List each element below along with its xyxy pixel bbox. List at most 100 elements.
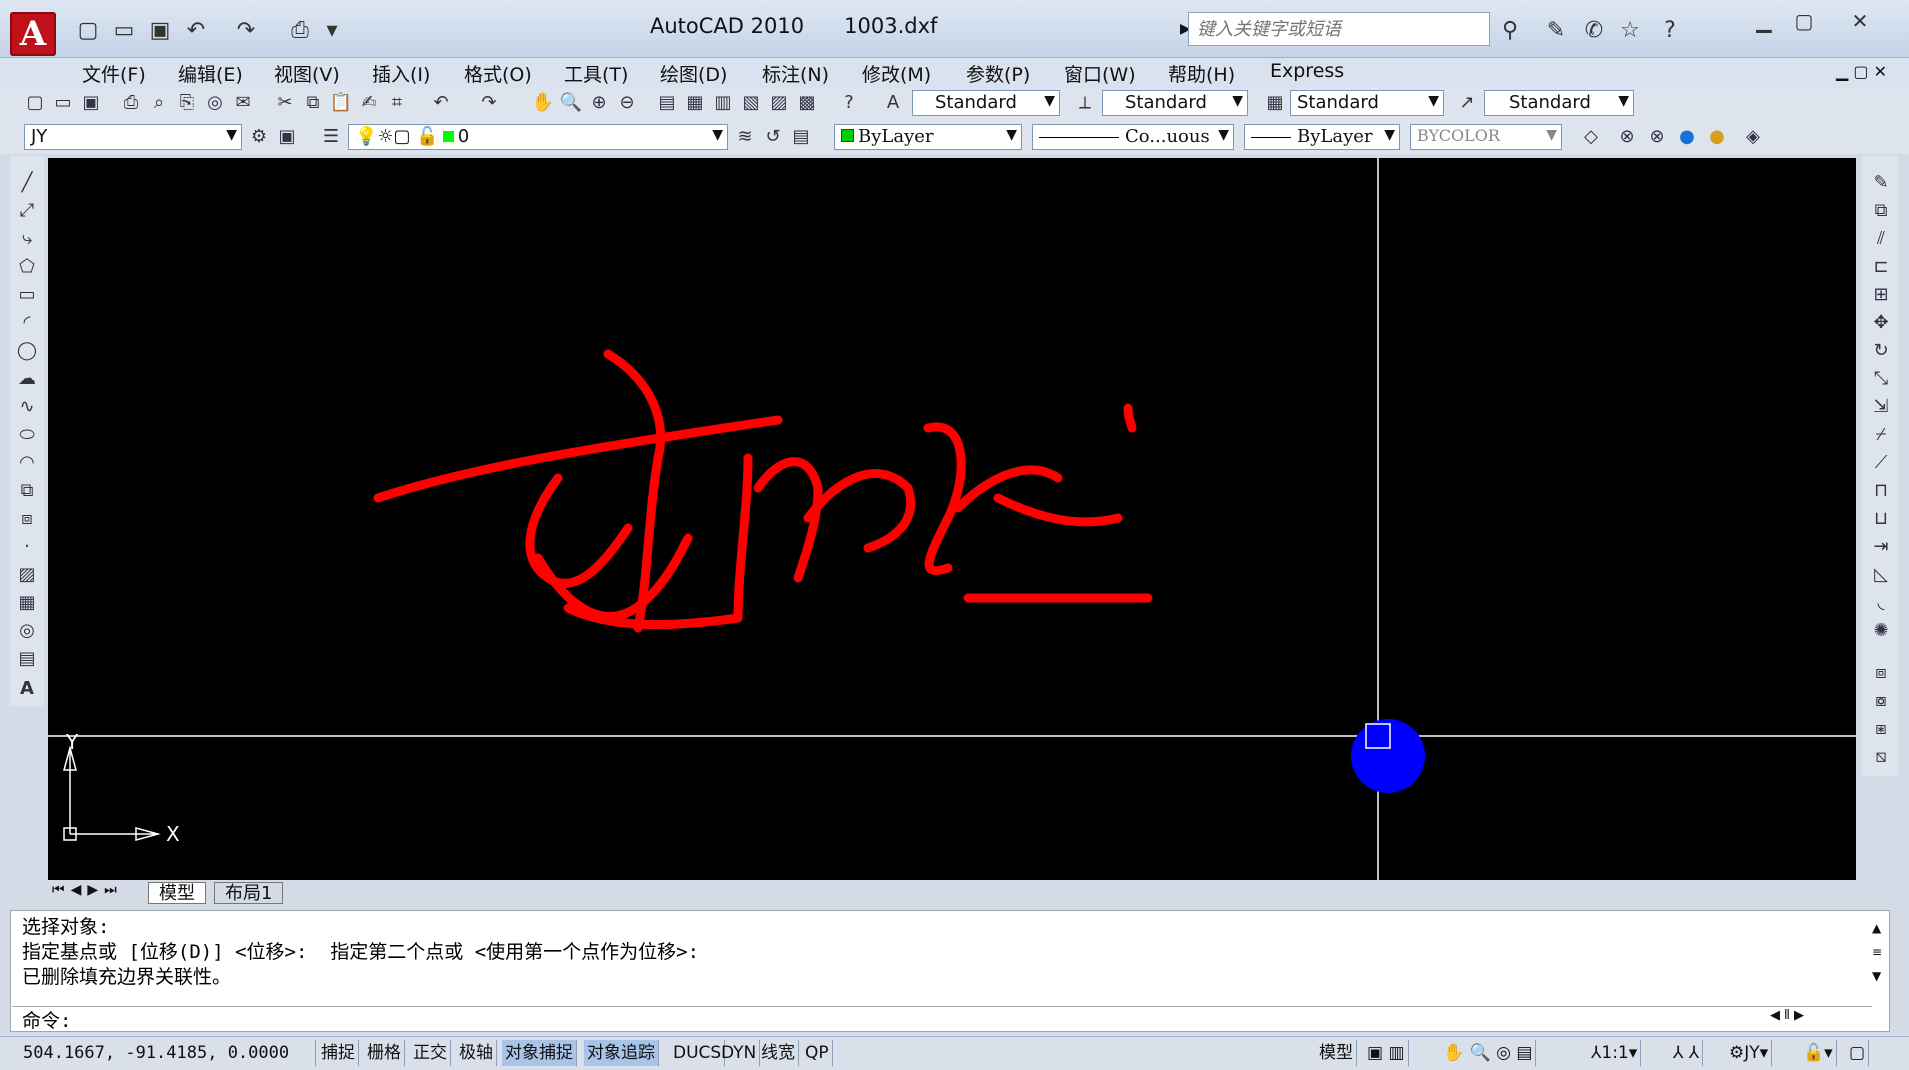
command-input-row[interactable] <box>12 1006 1872 1030</box>
etransmit-icon[interactable]: ✉ <box>230 90 256 116</box>
copy-object-icon[interactable]: ⧉ <box>1868 198 1894 224</box>
zoom-previous-icon[interactable]: ⊖ <box>614 90 640 116</box>
menu-help[interactable]: 帮助(H) <box>1168 60 1235 87</box>
break-icon[interactable]: ⊔ <box>1868 506 1894 532</box>
close-icon[interactable]: ✕ <box>1838 8 1882 36</box>
region-icon[interactable]: ◎ <box>14 618 40 644</box>
menu-insert[interactable]: 插入(I) <box>372 60 430 87</box>
lineweight-toggle[interactable]: 线宽 <box>758 1040 799 1066</box>
stretch-icon[interactable]: ⇲ <box>1868 394 1894 420</box>
open-icon[interactable]: ▭ <box>50 90 76 116</box>
cut-icon[interactable]: ✂ <box>272 90 298 116</box>
matchprop-icon[interactable]: ✍ <box>356 90 382 116</box>
qp-toggle[interactable]: QP <box>802 1040 833 1066</box>
3dprint-icon[interactable]: ◎ <box>202 90 228 116</box>
text-style-select[interactable]: Standard ▼ <box>912 90 1060 116</box>
draworder-back-icon[interactable]: ⧇ <box>1868 688 1894 714</box>
ellipse-icon[interactable]: ⬭ <box>14 422 40 448</box>
layer-select[interactable]: 💡☼▢ 🔓 0 ▼ <box>348 124 728 150</box>
polar-toggle[interactable]: 极轴 <box>456 1040 497 1066</box>
calculator-icon[interactable]: ▩ <box>794 90 820 116</box>
polygon-icon[interactable]: ⬠ <box>14 254 40 280</box>
plot-icon[interactable]: ⎙ <box>118 90 144 116</box>
command-scrollbar[interactable]: ▲ ≡ ▼ <box>1872 916 1882 988</box>
search-input[interactable] <box>1188 12 1490 46</box>
chamfer-icon[interactable]: ◺ <box>1868 562 1894 588</box>
plotstyle-select[interactable]: BYCOLOR ▼ <box>1410 124 1562 150</box>
menu-format[interactable]: 格式(O) <box>464 60 532 87</box>
render-icon[interactable]: ◇ <box>1578 124 1604 150</box>
workspace-save-icon[interactable]: ▣ <box>274 124 300 150</box>
tab-layout1[interactable]: 布局1 <box>214 882 284 904</box>
break-at-point-icon[interactable]: ⊓ <box>1868 478 1894 504</box>
layout-quickview-icon[interactable]: ▣ ▥ <box>1364 1040 1409 1066</box>
command-hscroll[interactable]: ◀ ⦀ ▶ <box>1770 1008 1804 1023</box>
text-style-icon[interactable]: A <box>880 90 906 116</box>
annotation-scale[interactable]: ⅄1:1▾ <box>1588 1040 1642 1066</box>
help-icon[interactable]: ? <box>1654 16 1686 46</box>
make-current-layer-icon[interactable]: ≋ <box>732 124 758 150</box>
visual-style-realistic-icon[interactable]: ● <box>1674 124 1700 150</box>
redo-icon[interactable]: ↷ <box>476 90 502 116</box>
properties-icon[interactable]: ▤ <box>654 90 680 116</box>
publish-icon[interactable]: ⎘ <box>174 90 200 116</box>
save-icon[interactable]: ▣ <box>144 16 176 46</box>
ortho-toggle[interactable]: 正交 <box>410 1040 451 1066</box>
redo-icon[interactable]: ↷ <box>230 16 262 46</box>
dim-style-icon[interactable]: ⟂ <box>1072 90 1098 116</box>
visual-style-wire-icon[interactable]: ⊗ <box>1614 124 1640 150</box>
open-icon[interactable]: ▭ <box>108 16 140 46</box>
explode-icon[interactable]: ✺ <box>1868 618 1894 644</box>
ducs-toggle[interactable]: DUCS <box>670 1040 726 1066</box>
table-style-icon[interactable]: ▦ <box>1262 90 1288 116</box>
dim-style-select[interactable]: Standard ▼ <box>1102 90 1248 116</box>
color-select[interactable]: ByLayer ▼ <box>834 124 1022 150</box>
draworder-under-icon[interactable]: ⧅ <box>1868 744 1894 770</box>
dyn-toggle[interactable]: DYN <box>718 1040 761 1066</box>
markup-icon[interactable]: ▨ <box>766 90 792 116</box>
layer-state-icon[interactable]: ▤ <box>788 124 814 150</box>
workspace-switch[interactable]: ⚙JY▾ <box>1726 1040 1773 1066</box>
join-icon[interactable]: ⇥ <box>1868 534 1894 560</box>
workspace-settings-icon[interactable]: ⚙ <box>246 124 272 150</box>
subscription-icon[interactable]: ✎ <box>1540 16 1572 46</box>
offset-icon[interactable]: ⊏ <box>1868 254 1894 280</box>
menu-tools[interactable]: 工具(T) <box>564 60 628 87</box>
model-space-button[interactable]: 模型 <box>1316 1040 1357 1066</box>
clean-screen-icon[interactable]: ▢ <box>1846 1040 1870 1066</box>
point-icon[interactable]: · <box>14 534 40 560</box>
autocad-logo-icon[interactable]: A <box>10 12 56 56</box>
quick-access-dropdown-icon[interactable]: ▾ <box>316 16 348 46</box>
menu-window[interactable]: 窗口(W) <box>1064 60 1136 87</box>
linetype-select[interactable]: Co...uous ▼ <box>1032 124 1234 150</box>
menu-parametric[interactable]: 参数(P) <box>966 60 1030 87</box>
construction-line-icon[interactable]: ⤢ <box>14 198 40 224</box>
annotation-visibility-icon[interactable]: ⅄ ⅄ <box>1670 1040 1704 1066</box>
arc-icon[interactable]: ◜ <box>14 310 40 336</box>
gradient-icon[interactable]: ▦ <box>14 590 40 616</box>
erase-icon[interactable]: ✎ <box>1868 170 1894 196</box>
trim-icon[interactable]: ⌿ <box>1868 422 1894 448</box>
ellipse-arc-icon[interactable]: ◠ <box>14 450 40 476</box>
circle-icon[interactable]: ◯ <box>14 338 40 364</box>
minimize-icon[interactable]: ▁ <box>1742 8 1786 36</box>
snap-toggle[interactable]: 捕捉 <box>318 1040 359 1066</box>
rotate-icon[interactable]: ↻ <box>1868 338 1894 364</box>
undo-icon[interactable]: ↶ <box>428 90 454 116</box>
toolpalettes-icon[interactable]: ▥ <box>710 90 736 116</box>
binoculars-icon[interactable]: ⚲ <box>1494 16 1526 46</box>
fillet-icon[interactable]: ◟ <box>1868 590 1894 616</box>
help-icon[interactable]: ? <box>836 90 862 116</box>
new-icon[interactable]: ▢ <box>72 16 104 46</box>
tab-navigation-icons[interactable]: ⏮◀▶⏭ <box>52 882 123 898</box>
menu-dimension[interactable]: 标注(N) <box>762 60 829 87</box>
favorites-icon[interactable]: ☆ <box>1614 16 1646 46</box>
menu-view[interactable]: 视图(V) <box>274 60 340 87</box>
toolbar-lock-icon[interactable]: 🔓▾ <box>1800 1040 1837 1066</box>
menu-express[interactable]: Express <box>1270 60 1344 82</box>
otrack-toggle[interactable]: 对象追踪 <box>584 1040 659 1066</box>
visual-style-hidden-icon[interactable]: ⊗ <box>1644 124 1670 150</box>
revcloud-icon[interactable]: ☁ <box>14 366 40 392</box>
qnew-icon[interactable]: ▢ <box>22 90 48 116</box>
doc-window-controls[interactable]: ▁ ▢ ✕ <box>1836 62 1887 81</box>
